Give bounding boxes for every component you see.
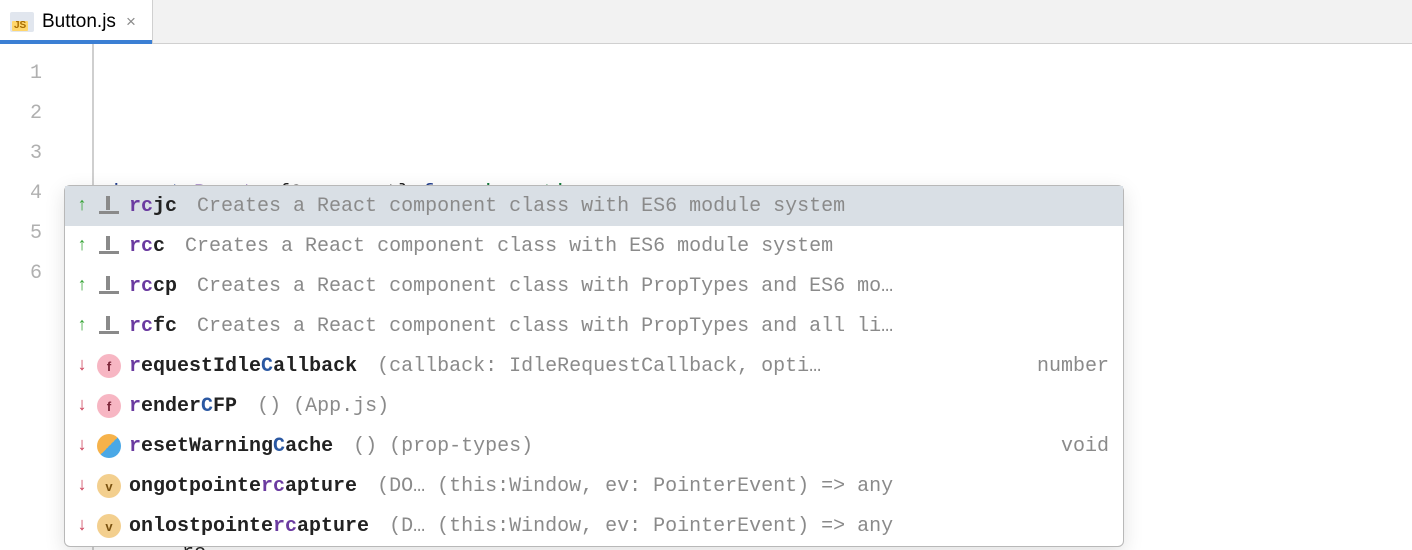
gutter: 1 2 3 4 5 6 [0, 44, 56, 550]
line-number: 3 [0, 134, 42, 174]
completion-type: number [1037, 355, 1109, 378]
completion-name: onlostpointercapture [129, 515, 369, 538]
completion-item[interactable]: ↓ resetWarningCache () (prop-types) void [65, 426, 1123, 466]
sort-up-icon: ↑ [75, 236, 89, 256]
completion-item[interactable]: ↑ rccp Creates a React component class w… [65, 266, 1123, 306]
completion-desc: Creates a React component class with Pro… [197, 315, 1109, 338]
completion-name: rcfc [129, 315, 177, 338]
line-number: 5 [0, 214, 42, 254]
completion-name: renderCFP [129, 395, 237, 418]
completion-item[interactable]: ↑ rcjc Creates a React component class w… [65, 186, 1123, 226]
variable-icon: v [97, 474, 121, 498]
misc-icon [97, 434, 121, 458]
sort-up-icon: ↑ [75, 196, 89, 216]
js-file-icon [10, 12, 34, 32]
completion-desc: (DO… (this:Window, ev: PointerEvent) => … [377, 475, 1109, 498]
completion-item[interactable]: ↓ v ongotpointercapture (DO… (this:Windo… [65, 466, 1123, 506]
completion-item[interactable]: ↑ rcc Creates a React component class wi… [65, 226, 1123, 266]
completion-desc: () (App.js) [257, 395, 1109, 418]
completion-name: rcjc [129, 195, 177, 218]
completion-name: requestIdleCallback [129, 355, 357, 378]
sort-down-icon: ↓ [75, 396, 89, 416]
completion-name: rcc [129, 235, 165, 258]
sort-down-icon: ↓ [75, 436, 89, 456]
sort-up-icon: ↑ [75, 276, 89, 296]
sort-up-icon: ↑ [75, 316, 89, 336]
close-tab-icon[interactable]: × [124, 11, 138, 32]
tab-button-js[interactable]: Button.js × [0, 0, 153, 43]
tab-bar: Button.js × [0, 0, 1412, 44]
completion-item[interactable]: ↓ f requestIdleCallback (callback: IdleR… [65, 346, 1123, 386]
tab-filename: Button.js [42, 11, 116, 33]
template-icon [97, 316, 121, 336]
completion-item[interactable]: ↓ f renderCFP () (App.js) [65, 386, 1123, 426]
completion-item[interactable]: ↑ rcfc Creates a React component class w… [65, 306, 1123, 346]
completion-type: void [1061, 435, 1109, 458]
completion-name: resetWarningCache [129, 435, 333, 458]
completion-desc: Creates a React component class with ES6… [185, 235, 1109, 258]
sort-down-icon: ↓ [75, 476, 89, 496]
completion-desc: (callback: IdleRequestCallback, opti… [377, 355, 1017, 378]
line-number: 2 [0, 94, 42, 134]
completion-popup[interactable]: ↑ rcjc Creates a React component class w… [64, 185, 1124, 547]
variable-icon: v [97, 514, 121, 538]
template-icon [97, 236, 121, 256]
sort-down-icon: ↓ [75, 356, 89, 376]
line-number: 4 [0, 174, 42, 214]
completion-desc: Creates a React component class with Pro… [197, 275, 1109, 298]
completion-desc: Creates a React component class with ES6… [197, 195, 1109, 218]
template-icon [97, 196, 121, 216]
line-number: 6 [0, 254, 42, 294]
completion-desc: (D… (this:Window, ev: PointerEvent) => a… [389, 515, 1109, 538]
line-number: 1 [0, 54, 42, 94]
completion-desc: () (prop-types) [353, 435, 1041, 458]
function-icon: f [97, 394, 121, 418]
template-icon [97, 276, 121, 296]
completion-name: rccp [129, 275, 177, 298]
sort-down-icon: ↓ [75, 516, 89, 536]
completion-name: ongotpointercapture [129, 475, 357, 498]
function-icon: f [97, 354, 121, 378]
completion-item[interactable]: ↓ v onlostpointercapture (D… (this:Windo… [65, 506, 1123, 546]
